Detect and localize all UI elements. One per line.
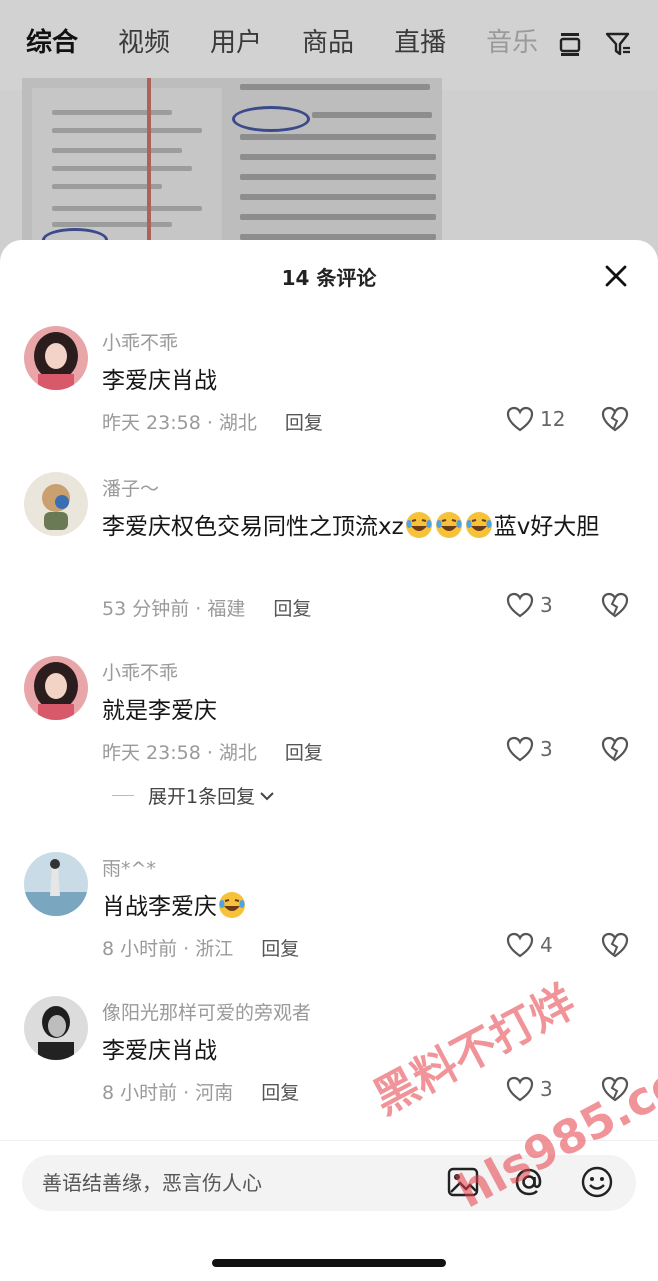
layout-toggle-icon[interactable] bbox=[556, 30, 584, 58]
comment-text-part: 蓝v好大胆 bbox=[493, 514, 600, 540]
like-count: 3 bbox=[540, 593, 553, 617]
comment-time-location: 8 小时前 · 浙江 bbox=[102, 938, 234, 960]
comment-username[interactable]: 像阳光那样可爱的旁观者 bbox=[102, 998, 311, 1025]
like-count: 12 bbox=[540, 407, 566, 431]
broken-heart-icon[interactable] bbox=[600, 932, 630, 958]
laugh-cry-emoji-icon bbox=[405, 512, 432, 538]
comment-username[interactable]: 小乖不乖 bbox=[102, 658, 178, 685]
laugh-cry-emoji-icon bbox=[465, 512, 492, 538]
comment-username[interactable]: 潘子～ bbox=[102, 474, 159, 501]
reply-button[interactable]: 回复 bbox=[285, 742, 323, 764]
avatar[interactable] bbox=[24, 996, 88, 1060]
comment-meta: 昨天 23:58 · 湖北 回复 bbox=[102, 408, 323, 435]
comment-meta: 53 分钟前 · 福建 回复 bbox=[102, 594, 311, 621]
comment-time-location: 53 分钟前 · 福建 bbox=[102, 598, 246, 620]
filter-icon[interactable] bbox=[604, 30, 632, 58]
red-marker-line bbox=[147, 78, 151, 248]
tab-products[interactable]: 商品 bbox=[302, 22, 354, 59]
comment-meta: 8 小时前 · 浙江 回复 bbox=[102, 934, 299, 961]
comment-username[interactable]: 雨*^* bbox=[102, 854, 156, 881]
heart-icon bbox=[506, 932, 534, 958]
like-button[interactable]: 3 bbox=[506, 1076, 553, 1102]
heart-icon bbox=[506, 736, 534, 762]
reply-button[interactable]: 回复 bbox=[261, 938, 299, 960]
like-button[interactable]: 12 bbox=[506, 406, 565, 432]
comment-time-location: 8 小时前 · 河南 bbox=[102, 1082, 234, 1104]
heart-icon bbox=[506, 406, 534, 432]
home-indicator bbox=[212, 1259, 446, 1267]
tab-all[interactable]: 综合 bbox=[26, 22, 78, 59]
chevron-down-icon bbox=[260, 791, 274, 800]
divider bbox=[112, 795, 134, 796]
comment-time-location: 昨天 23:58 · 湖北 bbox=[102, 412, 257, 434]
like-button[interactable]: 4 bbox=[506, 932, 553, 958]
like-button[interactable]: 3 bbox=[506, 592, 553, 618]
document-screenshot bbox=[32, 88, 222, 248]
comment-text-part: 李爱庆权色交易同性之顶流xz bbox=[102, 514, 404, 540]
comment-text-part: 肖战李爱庆 bbox=[102, 894, 217, 920]
tab-users[interactable]: 用户 bbox=[210, 22, 262, 59]
avatar[interactable] bbox=[24, 326, 88, 390]
search-tabs: 综合 视频 用户 商品 直播 音乐 bbox=[26, 22, 578, 59]
tab-music[interactable]: 音乐 bbox=[486, 22, 538, 59]
broken-heart-icon[interactable] bbox=[600, 592, 630, 618]
reply-button[interactable]: 回复 bbox=[285, 412, 323, 434]
avatar[interactable] bbox=[24, 472, 88, 536]
laugh-cry-emoji-icon bbox=[435, 512, 462, 538]
comment-text: 肖战李爱庆 bbox=[102, 888, 622, 926]
comment-text: 李爱庆权色交易同性之顶流xz 蓝v好大胆 bbox=[102, 508, 622, 546]
heart-icon bbox=[506, 1076, 534, 1102]
comment-text: 李爱庆肖战 bbox=[102, 368, 217, 394]
comment-time-location: 昨天 23:58 · 湖北 bbox=[102, 742, 257, 764]
heart-icon bbox=[506, 592, 534, 618]
tab-video[interactable]: 视频 bbox=[118, 22, 170, 59]
like-count: 3 bbox=[540, 1077, 553, 1101]
comment-username[interactable]: 小乖不乖 bbox=[102, 328, 178, 355]
expand-replies-label: 展开1条回复 bbox=[148, 786, 256, 808]
comment-meta: 8 小时前 · 河南 回复 bbox=[102, 1078, 299, 1105]
comment-meta: 昨天 23:58 · 湖北 回复 bbox=[102, 738, 323, 765]
search-header: 综合 视频 用户 商品 直播 音乐 bbox=[0, 0, 658, 90]
broken-heart-icon[interactable] bbox=[600, 736, 630, 762]
reply-button[interactable]: 回复 bbox=[261, 1082, 299, 1104]
like-button[interactable]: 3 bbox=[506, 736, 553, 762]
background-video-thumbnail bbox=[22, 78, 442, 248]
avatar[interactable] bbox=[24, 852, 88, 916]
emoji-icon[interactable] bbox=[580, 1165, 614, 1199]
like-count: 4 bbox=[540, 933, 553, 957]
comment-count-title: 14 条评论 bbox=[281, 266, 377, 290]
close-icon[interactable] bbox=[598, 258, 634, 294]
like-count: 3 bbox=[540, 737, 553, 761]
broken-heart-icon[interactable] bbox=[600, 406, 630, 432]
laugh-cry-emoji-icon bbox=[219, 892, 245, 918]
reply-button[interactable]: 回复 bbox=[273, 598, 311, 620]
avatar[interactable] bbox=[24, 656, 88, 720]
comment-text: 就是李爱庆 bbox=[102, 698, 217, 724]
tab-live[interactable]: 直播 bbox=[394, 22, 446, 59]
expand-replies-button[interactable]: 展开1条回复 bbox=[112, 782, 275, 809]
